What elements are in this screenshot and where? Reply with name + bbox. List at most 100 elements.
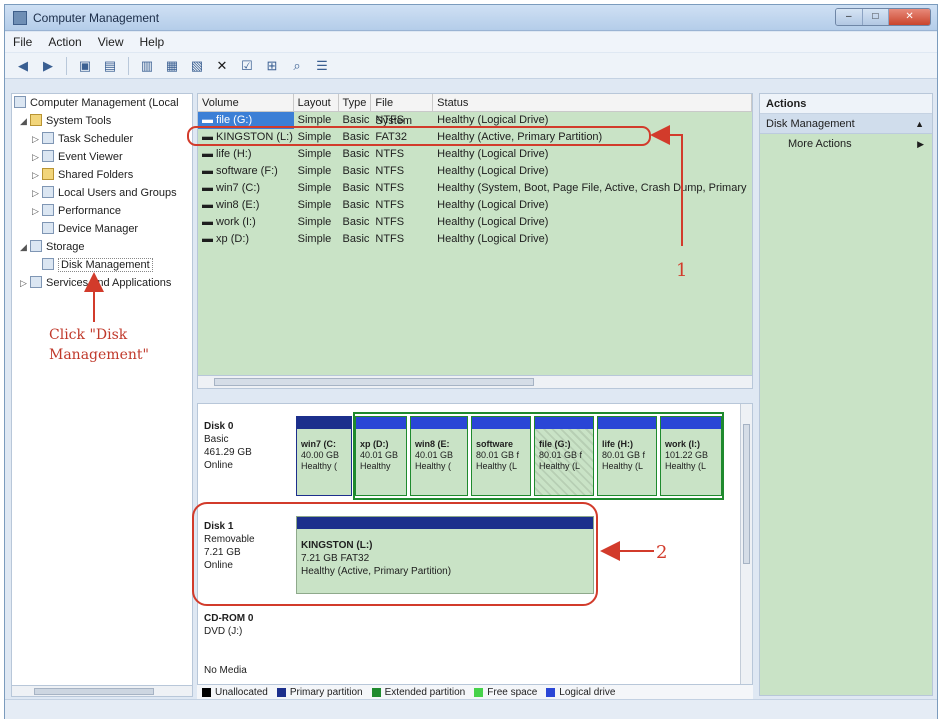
partition-status: Healthy (L bbox=[539, 461, 581, 471]
partition-size: 80.01 GB f bbox=[539, 450, 583, 460]
tree-item-shared-folders[interactable]: ▷ Shared Folders bbox=[12, 166, 192, 184]
cdrom-0-info[interactable]: CD-ROM 0 DVD (J:) No Media bbox=[204, 612, 288, 677]
logical-drive-bar bbox=[356, 417, 406, 429]
tree-item-root[interactable]: Computer Management (Local bbox=[12, 94, 192, 112]
primary-partition-bar bbox=[297, 417, 351, 429]
column-type[interactable]: Type bbox=[339, 94, 372, 111]
volume-horizontal-scrollbar[interactable] bbox=[197, 375, 753, 389]
disk-type: Removable bbox=[204, 534, 255, 545]
help-icon[interactable]: ▧ bbox=[187, 57, 207, 75]
check-icon[interactable]: ☑ bbox=[237, 57, 257, 75]
scroll-thumb[interactable] bbox=[34, 688, 154, 695]
disk-legend: Unallocated Primary partition Extended p… bbox=[197, 685, 753, 699]
partition-size: 80.01 GB f bbox=[602, 450, 646, 460]
column-volume[interactable]: Volume bbox=[198, 94, 294, 111]
clock-icon bbox=[42, 132, 54, 144]
more-actions[interactable]: More Actions ▶ bbox=[760, 134, 932, 154]
status-bar bbox=[5, 699, 937, 719]
collapse-arrow-icon[interactable]: ◢ bbox=[20, 238, 30, 256]
search-icon[interactable]: ⌕ bbox=[287, 57, 307, 75]
tree-horizontal-scrollbar[interactable] bbox=[11, 685, 193, 697]
scroll-thumb[interactable] bbox=[214, 378, 534, 386]
table-row[interactable]: ▬ KINGSTON (L:) Simple Basic FAT32 Healthy (… bbox=[198, 129, 752, 146]
menu-view[interactable]: View bbox=[98, 35, 124, 49]
column-layout[interactable]: Layout bbox=[294, 94, 339, 111]
expand-arrow-icon[interactable]: ▷ bbox=[32, 202, 42, 220]
up-folder-icon[interactable]: ▣ bbox=[75, 57, 95, 75]
table-row[interactable]: ▬ file (G:) Simple Basic NTFS Healthy (Logic… bbox=[198, 112, 752, 129]
show-hide-tree-icon[interactable]: ▤ bbox=[100, 57, 120, 75]
partition-name: work (I:) bbox=[665, 439, 700, 449]
tree-item-system-tools[interactable]: ◢ System Tools bbox=[12, 112, 192, 130]
partition-7[interactable]: work (I:) 101.22 GB Healthy (L bbox=[660, 416, 722, 496]
expand-arrow-icon[interactable]: ▷ bbox=[32, 148, 42, 166]
tree-item-local-users[interactable]: ▷ Local Users and Groups bbox=[12, 184, 192, 202]
collapse-arrow-icon[interactable]: ◢ bbox=[20, 112, 30, 130]
expand-arrow-icon[interactable]: ▷ bbox=[32, 166, 42, 184]
disk-status: Online bbox=[204, 560, 233, 571]
cell-status: Healthy (Active, Primary Partition) bbox=[437, 131, 603, 143]
view-icon[interactable]: ▦ bbox=[162, 57, 182, 75]
table-row[interactable]: ▬ work (I:) Simple Basic NTFS Healthy (Logic… bbox=[198, 214, 752, 231]
cell-volume: ▬ win7 (C:) bbox=[202, 182, 261, 194]
close-button[interactable]: ✕ bbox=[889, 9, 930, 25]
tree-item-event-viewer[interactable]: ▷ Event Viewer bbox=[12, 148, 192, 166]
open-folder-icon[interactable]: ⊞ bbox=[262, 57, 282, 75]
actions-pane: Actions Disk Management ▲ More Actions ▶ bbox=[759, 93, 933, 696]
maximize-button[interactable]: □ bbox=[862, 9, 890, 25]
table-row[interactable]: ▬ win8 (E:) Simple Basic NTFS Healthy (Logic… bbox=[198, 197, 752, 214]
partition-status: Healthy bbox=[360, 461, 391, 471]
disk-0-info[interactable]: Disk 0 Basic 461.29 GB Online bbox=[204, 420, 288, 472]
partition-kingston[interactable]: KINGSTON (L:) 7.21 GB FAT32 Healthy (Act… bbox=[296, 516, 594, 594]
title-bar: Computer Management – □ ✕ bbox=[5, 5, 937, 31]
back-icon[interactable]: ◀ bbox=[13, 57, 33, 75]
collapse-up-icon[interactable]: ▲ bbox=[915, 114, 924, 134]
partition-size: 80.01 GB f bbox=[476, 450, 520, 460]
partition-2[interactable]: xp (D:) 40.01 GB Healthy bbox=[355, 416, 407, 496]
tree-item-task-scheduler[interactable]: ▷ Task Scheduler bbox=[12, 130, 192, 148]
scroll-thumb[interactable] bbox=[743, 424, 750, 564]
partition-size: 40.01 GB bbox=[415, 450, 454, 460]
table-row[interactable]: ▬ xp (D:) Simple Basic NTFS Healthy (Logical… bbox=[198, 231, 752, 248]
toolbar: ◀ ▶ ▣ ▤ ▥ ▦ ▧ ✕ ☑ ⊞ ⌕ ☰ bbox=[5, 53, 937, 79]
column-file-system[interactable]: File System bbox=[371, 94, 434, 127]
disk-type: Basic bbox=[204, 434, 229, 445]
tree-item-storage[interactable]: ◢ Storage bbox=[12, 238, 192, 256]
expand-arrow-icon[interactable]: ▷ bbox=[32, 130, 42, 148]
logical-drive-bar bbox=[598, 417, 656, 429]
menu-file[interactable]: File bbox=[13, 35, 32, 49]
minimize-button[interactable]: – bbox=[836, 9, 863, 25]
partition-5[interactable]: file (G:) 80.01 GB f Healthy (L bbox=[534, 416, 594, 496]
legend-swatch-unallocated bbox=[202, 687, 211, 697]
tree-item-performance[interactable]: ▷ Performance bbox=[12, 202, 192, 220]
tree-item-disk-management[interactable]: Disk Management bbox=[12, 256, 192, 274]
cell-status: Healthy (Logical Drive) bbox=[437, 148, 549, 160]
properties-icon[interactable]: ▥ bbox=[137, 57, 157, 75]
disk-1-info[interactable]: Disk 1 Removable 7.21 GB Online bbox=[204, 520, 288, 572]
delete-icon[interactable]: ✕ bbox=[212, 57, 232, 75]
table-row[interactable]: ▬ life (H:) Simple Basic NTFS Healthy (Logic… bbox=[198, 146, 752, 163]
disk-list-icon[interactable]: ☰ bbox=[312, 57, 332, 75]
tree-item-services-applications[interactable]: ▷ Services and Applications bbox=[12, 274, 192, 292]
cell-file-system: NTFS bbox=[375, 233, 405, 245]
cell-volume: ▬ work (I:) bbox=[202, 216, 256, 228]
disk-pane-vertical-scrollbar[interactable] bbox=[740, 404, 752, 684]
menu-help[interactable]: Help bbox=[140, 35, 165, 49]
partition-1[interactable]: win7 (C: 40.00 GB Healthy ( bbox=[296, 416, 352, 496]
partition-status: Healthy (L bbox=[602, 461, 644, 471]
actions-disk-management[interactable]: Disk Management ▲ bbox=[760, 114, 932, 134]
cell-volume: ▬ software (F:) bbox=[202, 165, 278, 177]
column-status[interactable]: Status bbox=[433, 94, 752, 111]
legend-swatch-primary bbox=[276, 687, 286, 697]
table-row[interactable]: ▬ software (F:) Simple Basic NTFS Healthy (L… bbox=[198, 163, 752, 180]
menu-action[interactable]: Action bbox=[48, 35, 81, 49]
forward-icon[interactable]: ▶ bbox=[38, 57, 58, 75]
table-row[interactable]: ▬ win7 (C:) Simple Basic NTFS Healthy (Syste… bbox=[198, 180, 752, 197]
expand-arrow-icon[interactable]: ▷ bbox=[32, 184, 42, 202]
cell-layout: Simple bbox=[297, 199, 332, 211]
tree-item-device-manager[interactable]: Device Manager bbox=[12, 220, 192, 238]
expand-arrow-icon[interactable]: ▷ bbox=[20, 274, 30, 292]
partition-6[interactable]: life (H:) 80.01 GB f Healthy (L bbox=[597, 416, 657, 496]
partition-3[interactable]: win8 (E: 40.01 GB Healthy ( bbox=[410, 416, 468, 496]
partition-4[interactable]: software 80.01 GB f Healthy (L bbox=[471, 416, 531, 496]
